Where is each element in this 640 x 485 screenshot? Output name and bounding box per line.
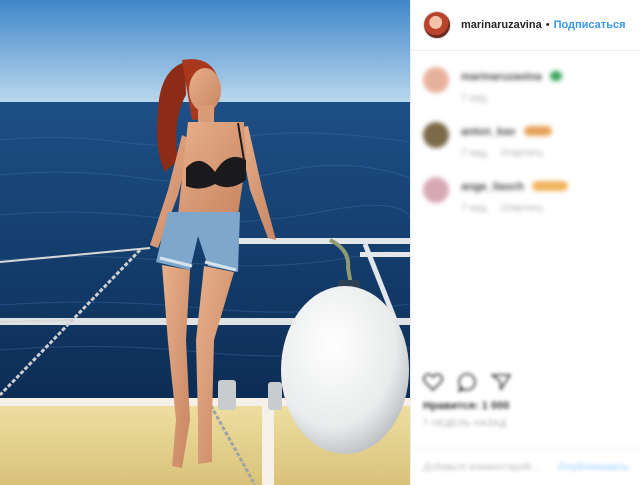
photo-illustration bbox=[0, 0, 410, 485]
comment-time: 7 нед. bbox=[461, 148, 489, 159]
post-header: marinaruzavina • Подписаться bbox=[411, 0, 640, 51]
comment-avatar[interactable] bbox=[423, 67, 449, 93]
reply-button[interactable]: Ответить bbox=[501, 148, 544, 159]
follow-button[interactable]: Подписаться bbox=[554, 19, 626, 31]
comment-icon[interactable] bbox=[457, 372, 477, 392]
post-photo[interactable] bbox=[0, 0, 410, 485]
comment-avatar[interactable] bbox=[423, 122, 449, 148]
add-comment-bar: Добавьте комментарий... Опубликовать bbox=[411, 448, 640, 485]
share-icon[interactable] bbox=[491, 373, 511, 391]
heart-icon[interactable] bbox=[423, 373, 443, 391]
comment-item: ange_liasch 7 нед. Ответить bbox=[423, 177, 629, 214]
emoji-icon bbox=[523, 125, 552, 136]
post-date: 7 НЕДЕЛЬ НАЗАД bbox=[423, 418, 507, 428]
separator-dot: • bbox=[545, 19, 550, 31]
reply-button[interactable]: Ответить bbox=[501, 203, 544, 214]
comment-avatar[interactable] bbox=[423, 177, 449, 203]
comment-input[interactable]: Добавьте комментарий... bbox=[423, 462, 539, 473]
avatar[interactable] bbox=[423, 11, 451, 39]
publish-button[interactable]: Опубликовать bbox=[558, 462, 629, 473]
likes-count[interactable]: Нравится: 1 000 bbox=[423, 400, 629, 412]
comment-username[interactable]: ange_liasch bbox=[461, 181, 524, 193]
emoji-icon bbox=[532, 180, 569, 191]
action-icons bbox=[423, 372, 629, 392]
emoji-icon bbox=[550, 70, 563, 81]
post-actions: Нравится: 1 000 7 НЕДЕЛЬ НАЗАД bbox=[423, 372, 629, 428]
comment-item: marinaruzavina 7 нед. bbox=[423, 67, 629, 104]
comment-username[interactable]: marinaruzavina bbox=[461, 71, 542, 83]
comment-time: 7 нед. bbox=[461, 203, 489, 214]
comment-username[interactable]: anton_kav bbox=[461, 126, 515, 138]
username-link[interactable]: marinaruzavina bbox=[461, 19, 542, 31]
post-side-panel: marinaruzavina • Подписаться marinaruzav… bbox=[410, 0, 640, 485]
instagram-post-modal: marinaruzavina • Подписаться marinaruzav… bbox=[0, 0, 640, 485]
comment-time: 7 нед. bbox=[461, 93, 489, 104]
comments-list: marinaruzavina 7 нед. anton_kav 7 нед. От… bbox=[411, 51, 640, 214]
comment-item: anton_kav 7 нед. Ответить bbox=[423, 122, 629, 159]
